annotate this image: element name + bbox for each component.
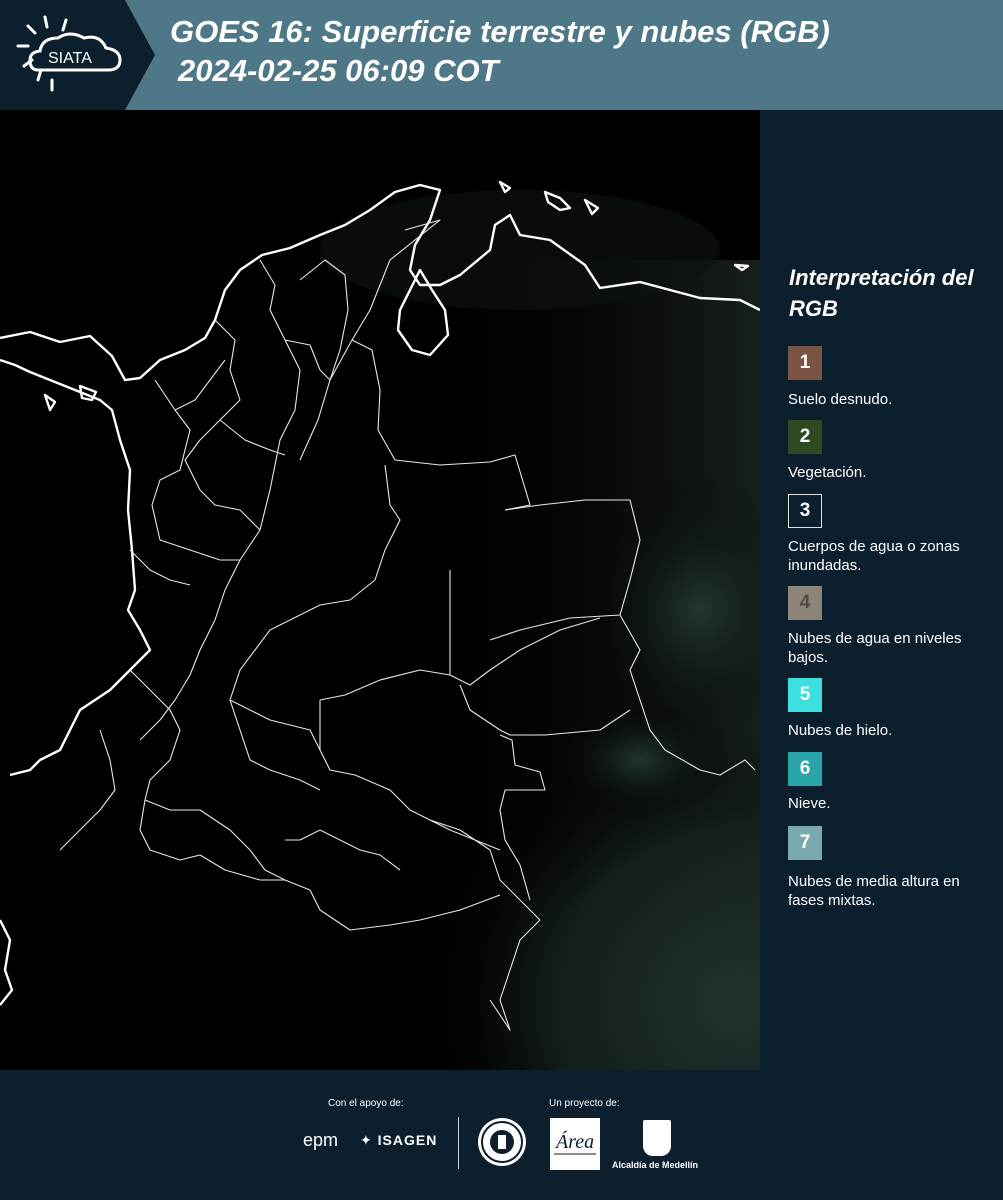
area-metropolitana-logo: Área — [550, 1118, 600, 1170]
footer-divider — [458, 1117, 459, 1169]
page-timestamp: 2024-02-25 06:09 COT — [178, 53, 499, 88]
legend-swatch-3: 3 — [788, 494, 822, 528]
legend-title: Interpretación del RGB — [789, 265, 974, 321]
siata-logo: SIATA — [0, 0, 155, 110]
support-label: Con el apoyo de: — [328, 1098, 404, 1109]
legend-number-6: 6 — [799, 758, 811, 779]
legend-label-5: Nubes de hielo. — [788, 722, 893, 739]
project-label: Un proyecto de: — [549, 1098, 620, 1109]
legend-swatch-4: 4 — [788, 586, 822, 620]
legend-number-3: 3 — [799, 500, 811, 521]
legend-label-7: Nubes de media altura en fases mixtas. — [788, 873, 960, 909]
legend-label-6: Nieve. — [788, 795, 831, 812]
legend-label-1: Suelo desnudo. — [788, 391, 893, 408]
legend-panel: Interpretación del RGB 1 Suelo desnudo. … — [760, 110, 1003, 1070]
legend-number-1: 1 — [799, 352, 811, 373]
header-bar: SIATA GOES 16: Superficie terrestre y nu… — [0, 0, 1003, 110]
legend-swatch-6: 6 — [788, 752, 822, 786]
svg-text:Área: Área — [554, 1130, 594, 1153]
footer-bar: Con el apoyo de: Un proyecto de: epm ✦ I… — [0, 1070, 1003, 1200]
legend-swatch-7: 7 — [788, 826, 822, 860]
legend-number-4: 4 — [799, 592, 811, 613]
siata-logo-text: SIATA — [48, 50, 92, 67]
satellite-map — [0, 110, 760, 1070]
alcaldia-shield-icon — [643, 1120, 671, 1156]
epm-logo: epm — [303, 1130, 339, 1150]
legend-number-5: 5 — [799, 684, 811, 705]
page-title: GOES 16: Superficie terrestre y nubes (R… — [170, 14, 830, 49]
legend-swatch-2: 2 — [788, 420, 822, 454]
legend-swatch-5: 5 — [788, 678, 822, 712]
legend-number-2: 2 — [799, 426, 811, 447]
isagen-logo: ✦ ISAGEN — [360, 1132, 438, 1148]
legend-label-3: Cuerpos de agua o zonas inundadas. — [788, 538, 960, 574]
legend-label-4: Nubes de agua en niveles bajos. — [788, 630, 962, 666]
legend-label-2: Vegetación. — [788, 464, 867, 481]
legend-swatch-1: 1 — [788, 346, 822, 380]
legend-number-7: 7 — [799, 832, 811, 853]
medellin-seal — [478, 1118, 526, 1166]
alcaldia-logo-text: Alcaldía de Medellín — [612, 1160, 699, 1170]
isagen-logo-text: ISAGEN — [377, 1132, 438, 1148]
